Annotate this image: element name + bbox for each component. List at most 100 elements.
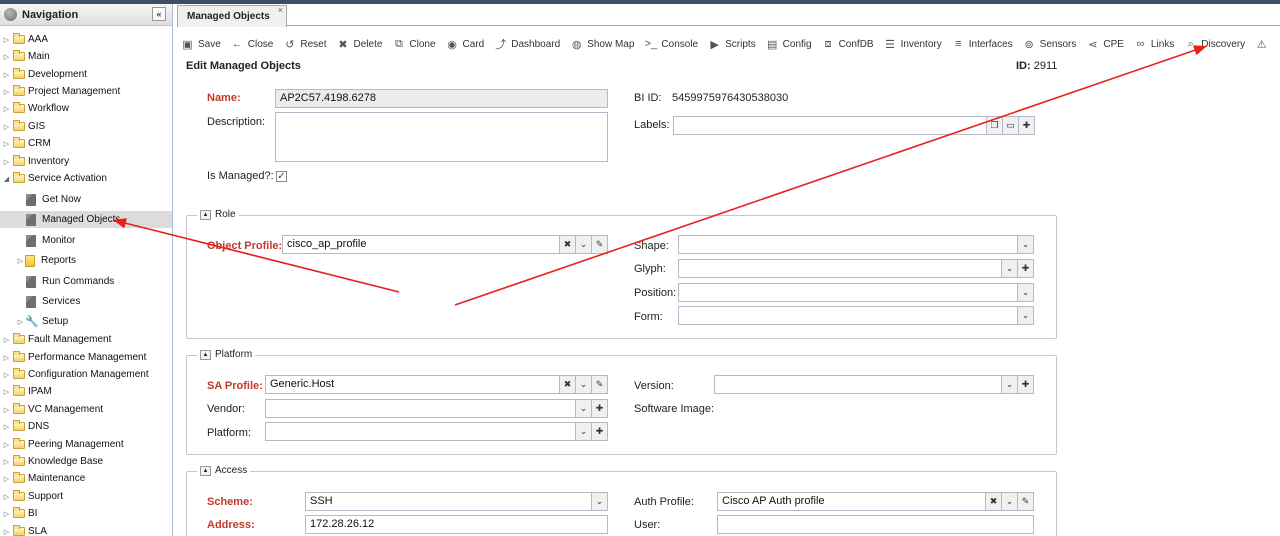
sidebar-item-knowledge-base[interactable]: ▷ Knowledge Base	[0, 453, 172, 470]
expand-arrow-icon[interactable]: ▷	[2, 53, 11, 61]
chevron-down-icon[interactable]: ⌄	[1001, 493, 1017, 510]
sidebar-item-support[interactable]: ▷ Support	[0, 488, 172, 505]
expand-arrow-icon[interactable]: ▷	[16, 257, 25, 265]
platform-legend[interactable]: ▲ Platform	[197, 349, 256, 360]
add-icon[interactable]: ✚	[1017, 376, 1033, 393]
labels-field[interactable]: ❐ ▭ ✚	[673, 116, 1035, 135]
sidebar-item-get-now[interactable]: Get Now	[0, 191, 172, 208]
chevron-down-icon[interactable]: ⌄	[575, 400, 591, 417]
add-icon[interactable]: ✚	[1018, 117, 1034, 134]
sidebar-item-aaa[interactable]: ▷ AAA	[0, 31, 172, 48]
sidebar-item-development[interactable]: ▷ Development	[0, 66, 172, 83]
chevron-down-icon[interactable]: ⌄	[1001, 376, 1017, 393]
edit-icon[interactable]: ✎	[591, 236, 607, 253]
confdb-button[interactable]: ⧈ ConfDB	[822, 38, 874, 51]
show-map-button[interactable]: ◍ Show Map	[570, 38, 635, 51]
expand-arrow-icon[interactable]: ▷	[2, 140, 11, 148]
edit-icon[interactable]: ✎	[591, 376, 607, 393]
interfaces-button[interactable]: ≡ Interfaces	[952, 38, 1013, 50]
access-legend[interactable]: ▲ Access	[197, 465, 251, 476]
sidebar-item-managed-objects[interactable]: Managed Objects	[0, 211, 172, 228]
address-field[interactable]: 172.28.26.12	[305, 515, 608, 534]
sidebar-item-peering-management[interactable]: ▷ Peering Management	[0, 436, 172, 453]
clear-icon[interactable]: ✖	[559, 236, 575, 253]
expand-arrow-icon[interactable]: ▷	[2, 88, 11, 96]
expand-arrow-icon[interactable]: ▷	[2, 371, 11, 379]
form-select[interactable]: ⌄	[678, 306, 1034, 325]
close-button[interactable]: ← Close	[231, 38, 274, 50]
collapse-navigation-button[interactable]: «	[152, 7, 166, 21]
expand-arrow-icon[interactable]: ▷	[2, 336, 11, 344]
sidebar-item-monitor[interactable]: Monitor	[0, 232, 172, 249]
expand-arrow-icon[interactable]: ▷	[2, 105, 11, 113]
name-field[interactable]: AP2C57.4198.6278	[275, 89, 608, 108]
expand-arrow-icon[interactable]: ▷	[2, 123, 11, 131]
cpe-button[interactable]: ⋖ CPE	[1086, 38, 1124, 51]
reset-button[interactable]: ↺ Reset	[283, 38, 326, 51]
sa-profile-field[interactable]: Generic.Host ✖ ⌄ ✎	[265, 375, 608, 394]
chevron-down-icon[interactable]: ⌄	[575, 376, 591, 393]
sidebar-item-fault-management[interactable]: ▷ Fault Management	[0, 331, 172, 348]
config-button[interactable]: ▤ Config	[766, 38, 812, 51]
edit-icon[interactable]: ✎	[1017, 493, 1033, 510]
dashboard-button[interactable]: ⤴ Dashboard	[494, 36, 560, 52]
sidebar-item-performance-management[interactable]: ▷ Performance Management	[0, 349, 172, 366]
sidebar-item-workflow[interactable]: ▷ Workflow	[0, 100, 172, 117]
sidebar-item-maintenance[interactable]: ▷ Maintenance	[0, 470, 172, 487]
inventory-button[interactable]: ☰ Inventory	[884, 38, 942, 51]
expand-arrow-icon[interactable]: ▷	[2, 354, 11, 362]
collapse-role-icon[interactable]: ▲	[200, 209, 211, 220]
console-button[interactable]: >_ Console	[644, 38, 698, 50]
expanded-arrow-icon[interactable]: ◢	[2, 175, 11, 183]
expand-arrow-icon[interactable]: ▷	[2, 475, 11, 483]
shape-select[interactable]: ⌄	[678, 235, 1034, 254]
add-icon[interactable]: ✚	[591, 400, 607, 417]
expand-arrow-icon[interactable]: ▷	[2, 458, 11, 466]
expand-arrow-icon[interactable]: ▷	[2, 406, 11, 414]
sidebar-item-vc-management[interactable]: ▷ VC Management	[0, 401, 172, 418]
user-field[interactable]	[717, 515, 1034, 534]
sidebar-item-main[interactable]: ▷ Main	[0, 48, 172, 65]
chevron-down-icon[interactable]: ⌄	[575, 423, 591, 440]
sidebar-item-project-management[interactable]: ▷ Project Management	[0, 83, 172, 100]
sidebar-item-gis[interactable]: ▷ GIS	[0, 118, 172, 135]
role-legend[interactable]: ▲ Role	[197, 209, 239, 220]
links-button[interactable]: ∞ Links	[1134, 38, 1174, 50]
chevron-down-icon[interactable]: ⌄	[1017, 284, 1033, 301]
expand-arrow-icon[interactable]: ▷	[2, 423, 11, 431]
sidebar-item-service-activation[interactable]: ◢ Service Activation	[0, 170, 172, 187]
expand-arrow-icon[interactable]: ▷	[2, 158, 11, 166]
vendor-select[interactable]: ⌄ ✚	[265, 399, 608, 418]
expand-arrow-icon[interactable]: ▷	[16, 318, 25, 326]
sidebar-item-services[interactable]: Services	[0, 293, 172, 310]
object-profile-field[interactable]: cisco_ap_profile ✖ ⌄ ✎	[282, 235, 608, 254]
card-button[interactable]: ◉ Card	[446, 38, 484, 51]
sidebar-item-ipam[interactable]: ▷ IPAM	[0, 383, 172, 400]
expand-arrow-icon[interactable]: ▷	[2, 441, 11, 449]
sidebar-item-setup[interactable]: ▷ 🔧 Setup	[0, 313, 172, 330]
chevron-down-icon[interactable]: ⌄	[1017, 236, 1033, 253]
description-field[interactable]	[275, 112, 608, 162]
sidebar-item-inventory[interactable]: ▷ Inventory	[0, 153, 172, 170]
expand-arrow-icon[interactable]: ▷	[2, 388, 11, 396]
paste-icon[interactable]: ❐	[986, 117, 1002, 134]
chevron-down-icon[interactable]: ⌄	[1017, 307, 1033, 324]
add-icon[interactable]: ✚	[1017, 260, 1033, 277]
auth-profile-field[interactable]: Cisco AP Auth profile ✖ ⌄ ✎	[717, 492, 1034, 511]
add-icon[interactable]: ✚	[591, 423, 607, 440]
save-button[interactable]: ▣ Save	[181, 38, 221, 51]
chevron-down-icon[interactable]: ⌄	[1001, 260, 1017, 277]
chevron-down-icon[interactable]: ⌄	[575, 236, 591, 253]
clone-button[interactable]: ⧉ Clone	[392, 38, 436, 51]
platform-select[interactable]: ⌄ ✚	[265, 422, 608, 441]
expand-arrow-icon[interactable]: ▷	[2, 493, 11, 501]
delete-button[interactable]: ✖ Delete	[337, 38, 382, 51]
collapse-access-icon[interactable]: ▲	[200, 465, 211, 476]
discovery-button[interactable]: ⌕ Discovery	[1184, 38, 1246, 51]
open-folder-icon[interactable]: ▭	[1002, 117, 1018, 134]
position-select[interactable]: ⌄	[678, 283, 1034, 302]
tab-close-icon[interactable]: ×	[278, 5, 283, 15]
expand-arrow-icon[interactable]: ▷	[2, 510, 11, 518]
expand-arrow-icon[interactable]: ▷	[2, 71, 11, 79]
expand-arrow-icon[interactable]: ▷	[2, 528, 11, 536]
